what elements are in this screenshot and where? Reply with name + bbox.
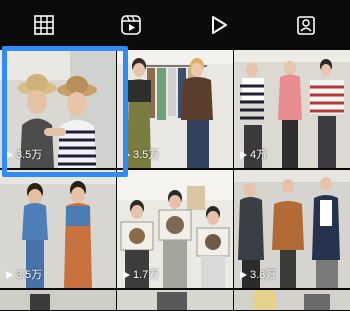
video-thumbnail[interactable]	[234, 290, 350, 310]
video-thumbnail[interactable]: 3.5万	[117, 50, 233, 168]
reels-icon	[121, 15, 142, 35]
play-count-icon	[240, 151, 247, 159]
tab-reels[interactable]	[111, 5, 151, 45]
video-thumbnail[interactable]	[117, 290, 233, 310]
profile-tab-bar	[0, 0, 350, 50]
tab-videos[interactable]	[199, 5, 239, 45]
view-count: 1.7万	[123, 269, 159, 281]
video-thumbnail[interactable]	[0, 290, 116, 310]
view-count: 3.8万	[240, 269, 276, 281]
play-icon	[211, 16, 227, 34]
view-count-text: 3.5万	[133, 149, 160, 161]
tagged-person-icon	[297, 16, 316, 35]
video-thumbnail[interactable]: 3.5万	[0, 170, 116, 288]
play-count-icon	[123, 151, 130, 159]
tab-tagged[interactable]	[286, 5, 326, 45]
video-thumbnail[interactable]: 3.5万	[0, 50, 116, 168]
play-count-icon	[240, 271, 247, 279]
view-count: 3.5万	[6, 149, 42, 161]
view-count-text: 4万	[250, 149, 268, 161]
view-count-text: 3.5万	[16, 269, 43, 281]
tab-grid[interactable]	[24, 5, 64, 45]
grid-icon	[33, 15, 54, 35]
thumbnail-image	[234, 290, 350, 310]
view-count: 4万	[240, 149, 267, 161]
view-count: 3.5万	[6, 269, 42, 281]
video-grid: 3.5万 3.5万 4万 3.5万 1.7万 3.8万	[0, 50, 350, 311]
view-count-text: 1.7万	[133, 269, 160, 281]
video-thumbnail[interactable]: 4万	[234, 50, 350, 168]
view-count-text: 3.8万	[250, 269, 277, 281]
view-count: 3.5万	[123, 149, 159, 161]
video-thumbnail[interactable]: 1.7万	[117, 170, 233, 288]
thumbnail-image	[0, 290, 116, 310]
play-count-icon	[6, 271, 13, 279]
play-count-icon	[6, 151, 13, 159]
video-thumbnail[interactable]: 3.8万	[234, 170, 350, 288]
play-count-icon	[123, 271, 130, 279]
view-count-text: 3.5万	[16, 149, 43, 161]
thumbnail-image	[117, 290, 233, 310]
